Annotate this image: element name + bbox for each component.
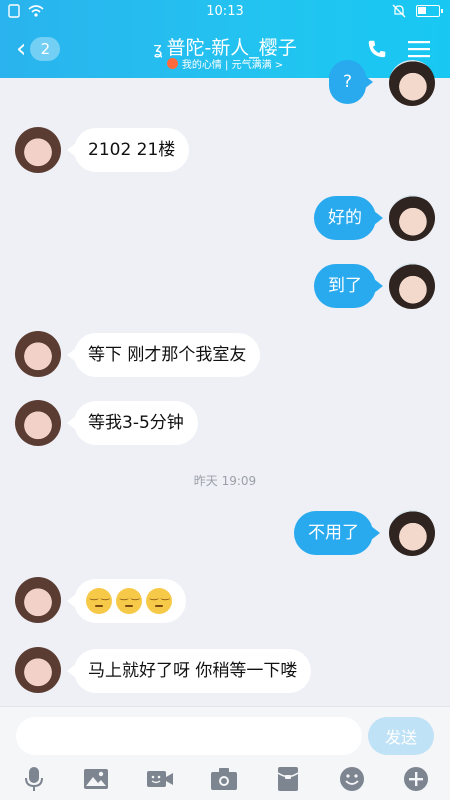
contact-avatar[interactable] [15,127,61,173]
contact-avatar[interactable] [15,331,61,377]
message-timestamp: 昨天 19:09 [193,474,257,488]
contact-avatar[interactable] [15,647,61,693]
mood-text: 我的心情 | 元气满满 > [181,60,284,71]
chat-header: 10:13 ‹ 2 ʓ 普陀-新人_樱子 我的心情 | 元气满满 > [0,0,450,78]
plus-icon[interactable] [402,765,430,793]
send-button[interactable]: 发送 [368,717,434,755]
camera-icon[interactable] [210,765,238,793]
message-bubble[interactable]: ? [329,60,374,104]
image-icon[interactable] [82,765,110,793]
emoji-icon[interactable] [338,765,366,793]
microphone-icon[interactable] [20,765,48,793]
message-input[interactable] [16,717,362,755]
my-avatar[interactable] [389,510,435,556]
status-time: 10:13 [206,4,244,19]
my-avatar[interactable] [389,60,435,106]
status-right-icons [392,4,443,18]
input-toolbar [0,763,450,799]
message-bubble[interactable]: 2102 21楼 [66,128,190,172]
contact-avatar[interactable] [15,400,61,446]
mood-icon [166,58,178,69]
message-bubble[interactable]: 到了 [314,264,383,308]
battery-icon [416,5,443,17]
message-bubble[interactable]: 不用了 [294,511,380,555]
contact-avatar[interactable] [15,577,61,623]
video-call-icon[interactable] [146,765,174,793]
mute-bell-icon [392,4,406,18]
my-avatar[interactable] [389,263,435,309]
message-bubble[interactable]: 好的 [314,196,383,240]
pensive-face-icon [146,588,172,614]
pensive-face-icon [86,588,112,614]
status-bar: 10:13 [0,0,450,24]
emoji-message-bubble[interactable] [67,579,186,623]
message-bubble[interactable]: 马上就好了呀 你稍等一下喽 [66,649,312,693]
pensive-face-icon [116,588,142,614]
phone-icon[interactable] [366,38,388,60]
message-bubble[interactable]: 等下 刚才那个我室友 [66,333,261,377]
message-bubble[interactable]: 等我3-5分钟 [67,401,198,445]
menu-icon[interactable] [408,40,430,58]
red-packet-icon[interactable] [274,765,302,793]
composer: 发送 [0,706,450,800]
my-avatar[interactable] [389,195,435,241]
